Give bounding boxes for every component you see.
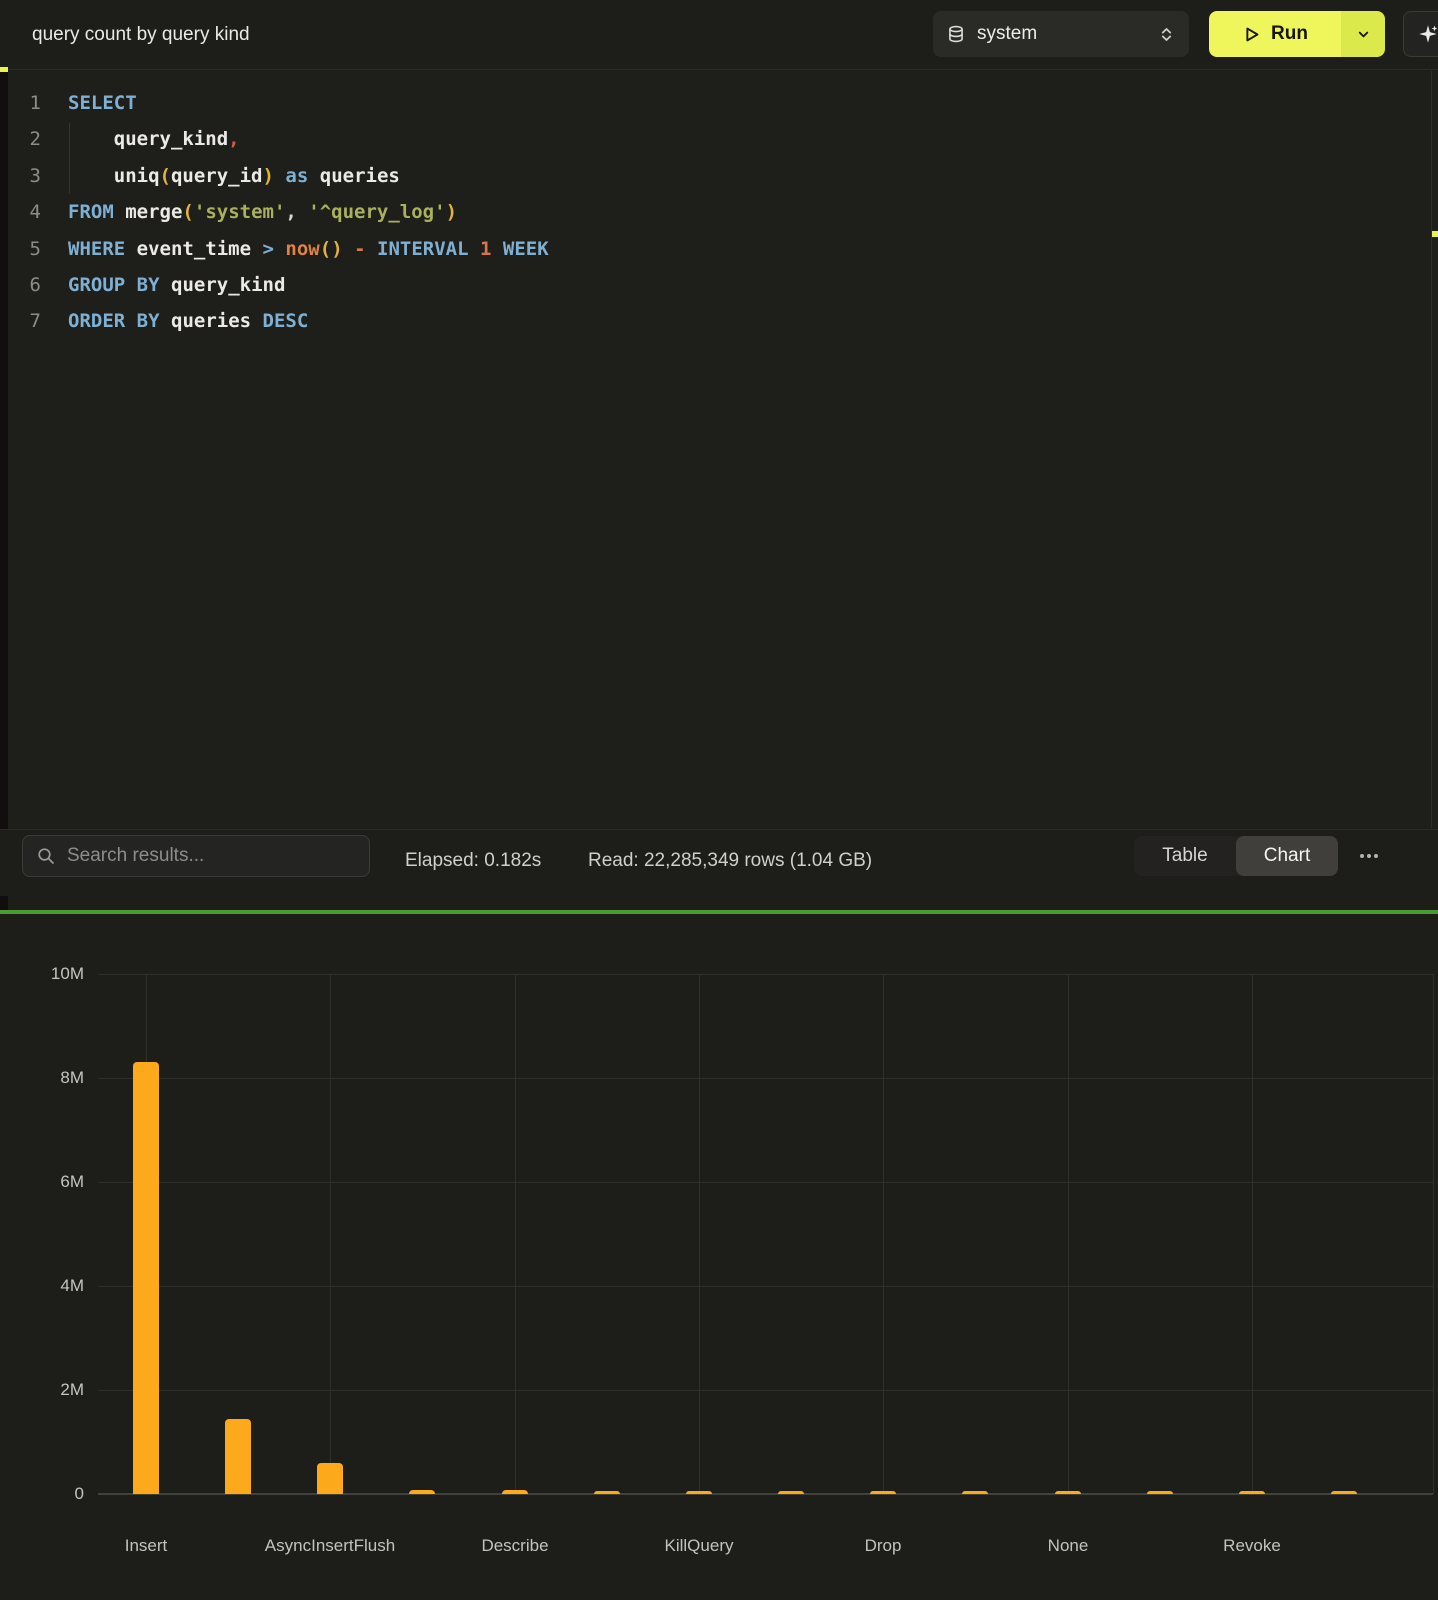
ai-assist-button[interactable]: [1403, 11, 1438, 57]
view-toggle: Table Chart: [1134, 836, 1338, 876]
line-number: 7: [8, 303, 41, 339]
code-line: 2 query_kind,: [8, 121, 1428, 157]
run-button-group: Run: [1209, 11, 1385, 57]
code-line: 7ORDER BY queries DESC: [8, 303, 1428, 339]
line-number: 4: [8, 194, 41, 230]
code-lines: 1SELECT2 query_kind,3 uniq(query_id) as …: [8, 85, 1428, 340]
run-button[interactable]: Run: [1209, 11, 1341, 57]
indent-guide: [69, 123, 70, 194]
search-icon: [37, 847, 55, 865]
top-bar: query count by query kind system Run: [0, 0, 1438, 70]
query-tab-title: query count by query kind: [32, 0, 250, 70]
line-number: 1: [8, 85, 41, 121]
more-options-button[interactable]: [1352, 836, 1386, 876]
run-options-button[interactable]: [1341, 11, 1385, 57]
sql-console: query count by query kind system Run: [0, 0, 1438, 1600]
table-view-button[interactable]: Table: [1134, 836, 1236, 876]
ellipsis-icon: [1367, 854, 1371, 858]
sparkles-icon: [1418, 24, 1438, 44]
database-selector[interactable]: system: [933, 11, 1189, 57]
code-line: 3 uniq(query_id) as queries: [8, 158, 1428, 194]
read-stat: Read: 22,285,349 rows (1.04 GB): [588, 830, 872, 897]
results-toolbar: Elapsed: 0.182s Read: 22,285,349 rows (1…: [0, 829, 1438, 896]
elapsed-stat: Elapsed: 0.182s: [405, 830, 541, 897]
database-selector-value: system: [977, 23, 1037, 45]
sql-editor[interactable]: 1SELECT2 query_kind,3 uniq(query_id) as …: [8, 71, 1438, 828]
code-line: 4FROM merge('system', '^query_log'): [8, 194, 1428, 230]
active-tab-marker: [0, 67, 8, 72]
scrollbar-marker: [1432, 231, 1438, 237]
search-results-input[interactable]: [67, 845, 355, 867]
code-line: 6GROUP BY query_kind: [8, 267, 1428, 303]
code-line: 5WHERE event_time > now() - INTERVAL 1 W…: [8, 231, 1428, 267]
editor-scrollbar[interactable]: [1431, 71, 1432, 828]
chart-view-button[interactable]: Chart: [1236, 836, 1338, 876]
line-number: 3: [8, 158, 41, 194]
chevron-up-down-icon: [1158, 26, 1175, 43]
chevron-down-icon: [1356, 27, 1371, 42]
search-box: [22, 835, 370, 877]
line-number: 2: [8, 121, 41, 157]
code-line: 1SELECT: [8, 85, 1428, 121]
play-icon: [1242, 25, 1261, 44]
line-number: 6: [8, 267, 41, 303]
chart-panel: query count by query kind: [0, 914, 1438, 1600]
run-button-label: Run: [1271, 23, 1308, 45]
line-number: 5: [8, 231, 41, 267]
database-icon: [947, 25, 965, 43]
